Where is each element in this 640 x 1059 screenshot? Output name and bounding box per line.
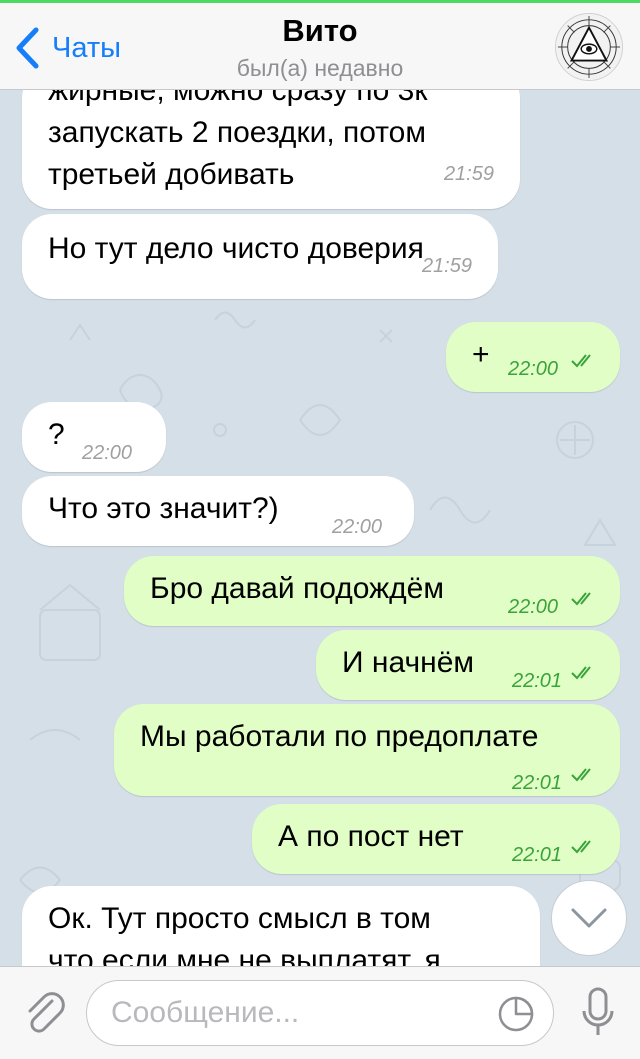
last-seen-status: был(а) недавно bbox=[236, 55, 404, 81]
message-bubble-outgoing[interactable]: + 22:00 bbox=[446, 322, 620, 392]
message-input-bar bbox=[0, 966, 640, 1059]
message-time: 22:00 bbox=[508, 596, 559, 618]
message-text: А по пост нет bbox=[278, 820, 464, 853]
sticker-icon[interactable] bbox=[497, 995, 535, 1033]
read-checkmarks-icon bbox=[571, 354, 591, 368]
message-bubble-outgoing[interactable]: Бро давай подождём 22:00 bbox=[124, 556, 620, 626]
read-checkmarks-icon bbox=[571, 840, 591, 854]
avatar[interactable] bbox=[555, 13, 623, 81]
message-time: 22:01 bbox=[512, 670, 563, 692]
chat-title[interactable]: Вито bbox=[0, 13, 640, 49]
scroll-to-bottom-button[interactable] bbox=[551, 880, 627, 956]
message-bubble-incoming[interactable]: жирные, можно сразу по 3к запускать 2 по… bbox=[22, 90, 520, 209]
message-bubble-outgoing[interactable]: Мы работали по предоплате 22:01 bbox=[114, 704, 620, 796]
message-bubble-outgoing[interactable]: А по пост нет 22:01 bbox=[252, 804, 620, 874]
read-checkmarks-icon bbox=[571, 666, 591, 680]
message-text: Мы работали по предоплате bbox=[140, 720, 539, 753]
message-bubble-incoming[interactable]: Что это значит?) 22:00 bbox=[22, 476, 414, 546]
message-time: 22:00 bbox=[82, 442, 133, 464]
message-bubble-incoming[interactable]: ? 22:00 bbox=[22, 402, 166, 472]
message-time: 21:59 bbox=[421, 255, 472, 277]
message-bubble-incoming[interactable]: Ок. Тут просто смысл в том что если мне … bbox=[22, 886, 540, 966]
message-time: 22:00 bbox=[332, 516, 383, 538]
chat-header: Чаты Вито был(а) недавно bbox=[0, 3, 640, 90]
chevron-down-icon bbox=[571, 908, 607, 928]
message-time: 21:59 bbox=[443, 163, 494, 185]
avatar-eye-pyramid-icon bbox=[556, 14, 622, 80]
paperclip-icon[interactable] bbox=[22, 989, 66, 1037]
message-field[interactable] bbox=[86, 980, 554, 1046]
message-list[interactable]: жирные, можно сразу по 3к запускать 2 по… bbox=[0, 90, 640, 966]
message-time: 22:00 bbox=[508, 358, 559, 380]
message-text: Ок. Тут просто смысл в том что если мне … bbox=[48, 902, 441, 966]
message-input[interactable] bbox=[111, 993, 471, 1033]
status-accent-line bbox=[0, 0, 640, 3]
read-checkmarks-icon bbox=[571, 768, 591, 782]
message-time: 22:01 bbox=[512, 772, 563, 794]
message-bubble-incoming[interactable]: Но тут дело чисто доверия 21:59 bbox=[22, 214, 498, 299]
microphone-icon[interactable] bbox=[580, 985, 616, 1041]
message-bubble-outgoing[interactable]: И начнём 22:01 bbox=[316, 630, 620, 700]
message-time: 22:01 bbox=[512, 844, 563, 866]
read-checkmarks-icon bbox=[571, 592, 591, 606]
